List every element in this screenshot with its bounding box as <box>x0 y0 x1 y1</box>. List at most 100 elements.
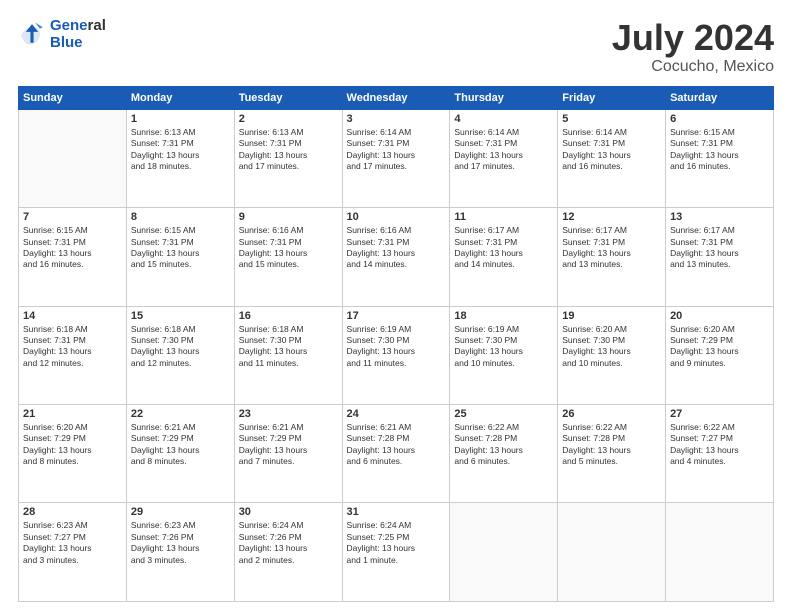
calendar-cell: 7Sunrise: 6:15 AMSunset: 7:31 PMDaylight… <box>19 208 127 306</box>
day-number: 11 <box>454 211 553 223</box>
day-info: Sunrise: 6:21 AMSunset: 7:28 PMDaylight:… <box>347 422 446 468</box>
page-header: GeneralBlue July 2024 Cocucho, Mexico <box>18 18 774 76</box>
day-info: Sunrise: 6:21 AMSunset: 7:29 PMDaylight:… <box>239 422 338 468</box>
day-info: Sunrise: 6:17 AMSunset: 7:31 PMDaylight:… <box>670 225 769 271</box>
day-info: Sunrise: 6:23 AMSunset: 7:27 PMDaylight:… <box>23 520 122 566</box>
calendar-cell: 27 Sunrise: 6:22 AMSunset: 7:27 PMDayligh… <box>666 405 774 503</box>
day-info: Sunrise: 6:14 AMSunset: 7:31 PMDaylight:… <box>454 127 553 173</box>
header-friday: Friday <box>558 86 666 109</box>
calendar-cell: 13Sunrise: 6:17 AMSunset: 7:31 PMDayligh… <box>666 208 774 306</box>
day-number: 30 <box>239 506 338 518</box>
day-number: 15 <box>131 310 230 322</box>
day-info: Sunrise: 6:24 AMSunset: 7:25 PMDaylight:… <box>347 520 446 566</box>
day-number: 4 <box>454 113 553 125</box>
logo: GeneralBlue <box>18 18 106 51</box>
day-info: Sunrise: 6:19 AMSunset: 7:30 PMDaylight:… <box>347 324 446 370</box>
header-sunday: Sunday <box>19 86 127 109</box>
day-number: 8 <box>131 211 230 223</box>
calendar-cell: 17 Sunrise: 6:19 AMSunset: 7:30 PMDayligh… <box>342 306 450 404</box>
calendar-cell <box>19 109 127 207</box>
calendar-cell: 22 Sunrise: 6:21 AMSunset: 7:29 PMDayligh… <box>126 405 234 503</box>
logo-icon <box>18 21 46 49</box>
day-info: Sunrise: 6:14 AMSunset: 7:31 PMDaylight:… <box>347 127 446 173</box>
day-info: Sunrise: 6:17 AMSunset: 7:31 PMDaylight:… <box>454 225 553 271</box>
calendar-cell: 29 Sunrise: 6:23 AMSunset: 7:26 PMDayligh… <box>126 503 234 602</box>
day-number: 20 <box>670 310 769 322</box>
calendar-header-row: Sunday Monday Tuesday Wednesday Thursday… <box>19 86 774 109</box>
day-info: Sunrise: 6:22 AMSunset: 7:28 PMDaylight:… <box>562 422 661 468</box>
day-info: Sunrise: 6:20 AMSunset: 7:29 PMDaylight:… <box>670 324 769 370</box>
day-info: Sunrise: 6:22 AMSunset: 7:27 PMDaylight:… <box>670 422 769 468</box>
day-info: Sunrise: 6:17 AMSunset: 7:31 PMDaylight:… <box>562 225 661 271</box>
day-info: Sunrise: 6:13 AMSunset: 7:31 PMDaylight:… <box>131 127 230 173</box>
header-thursday: Thursday <box>450 86 558 109</box>
day-number: 5 <box>562 113 661 125</box>
calendar-cell: 28 Sunrise: 6:23 AMSunset: 7:27 PMDayligh… <box>19 503 127 602</box>
day-info: Sunrise: 6:18 AMSunset: 7:31 PMDaylight:… <box>23 324 122 370</box>
day-info: Sunrise: 6:19 AMSunset: 7:30 PMDaylight:… <box>454 324 553 370</box>
header-wednesday: Wednesday <box>342 86 450 109</box>
calendar-cell: 15Sunrise: 6:18 AMSunset: 7:30 PMDayligh… <box>126 306 234 404</box>
day-info: Sunrise: 6:20 AMSunset: 7:29 PMDaylight:… <box>23 422 122 468</box>
day-number: 22 <box>131 408 230 420</box>
day-number: 18 <box>454 310 553 322</box>
calendar-cell: 14 Sunrise: 6:18 AMSunset: 7:31 PMDayligh… <box>19 306 127 404</box>
day-info: Sunrise: 6:18 AMSunset: 7:30 PMDaylight:… <box>239 324 338 370</box>
calendar-cell: 3 Sunrise: 6:14 AMSunset: 7:31 PMDaylight… <box>342 109 450 207</box>
calendar-week-4: 21Sunrise: 6:20 AMSunset: 7:29 PMDayligh… <box>19 405 774 503</box>
calendar-cell: 31 Sunrise: 6:24 AMSunset: 7:25 PMDayligh… <box>342 503 450 602</box>
day-number: 28 <box>23 506 122 518</box>
day-number: 7 <box>23 211 122 223</box>
day-number: 19 <box>562 310 661 322</box>
calendar-cell: 10 Sunrise: 6:16 AMSunset: 7:31 PMDayligh… <box>342 208 450 306</box>
calendar-cell: 9 Sunrise: 6:16 AMSunset: 7:31 PMDaylight… <box>234 208 342 306</box>
day-number: 2 <box>239 113 338 125</box>
day-number: 31 <box>347 506 446 518</box>
header-tuesday: Tuesday <box>234 86 342 109</box>
day-info: Sunrise: 6:21 AMSunset: 7:29 PMDaylight:… <box>131 422 230 468</box>
day-number: 29 <box>131 506 230 518</box>
calendar-cell <box>666 503 774 602</box>
calendar-cell: 5 Sunrise: 6:14 AMSunset: 7:31 PMDaylight… <box>558 109 666 207</box>
day-info: Sunrise: 6:15 AMSunset: 7:31 PMDaylight:… <box>670 127 769 173</box>
calendar-cell: 24Sunrise: 6:21 AMSunset: 7:28 PMDayligh… <box>342 405 450 503</box>
day-number: 27 <box>670 408 769 420</box>
calendar-cell: 20 Sunrise: 6:20 AMSunset: 7:29 PMDayligh… <box>666 306 774 404</box>
day-number: 17 <box>347 310 446 322</box>
title-block: July 2024 Cocucho, Mexico <box>612 18 774 76</box>
calendar-table: Sunday Monday Tuesday Wednesday Thursday… <box>18 86 774 602</box>
calendar-cell: 23Sunrise: 6:21 AMSunset: 7:29 PMDayligh… <box>234 405 342 503</box>
day-number: 25 <box>454 408 553 420</box>
logo-text: GeneralBlue <box>50 18 106 51</box>
calendar-week-2: 7Sunrise: 6:15 AMSunset: 7:31 PMDaylight… <box>19 208 774 306</box>
calendar-cell: 1 Sunrise: 6:13 AMSunset: 7:31 PMDaylight… <box>126 109 234 207</box>
day-number: 14 <box>23 310 122 322</box>
calendar-cell: 8Sunrise: 6:15 AMSunset: 7:31 PMDaylight… <box>126 208 234 306</box>
day-info: Sunrise: 6:16 AMSunset: 7:31 PMDaylight:… <box>347 225 446 271</box>
day-info: Sunrise: 6:23 AMSunset: 7:26 PMDaylight:… <box>131 520 230 566</box>
header-saturday: Saturday <box>666 86 774 109</box>
calendar-cell: 11 Sunrise: 6:17 AMSunset: 7:31 PMDayligh… <box>450 208 558 306</box>
day-info: Sunrise: 6:14 AMSunset: 7:31 PMDaylight:… <box>562 127 661 173</box>
calendar-cell: 12Sunrise: 6:17 AMSunset: 7:31 PMDayligh… <box>558 208 666 306</box>
day-number: 1 <box>131 113 230 125</box>
day-number: 9 <box>239 211 338 223</box>
calendar-cell: 30Sunrise: 6:24 AMSunset: 7:26 PMDayligh… <box>234 503 342 602</box>
calendar-week-5: 28 Sunrise: 6:23 AMSunset: 7:27 PMDayligh… <box>19 503 774 602</box>
day-number: 6 <box>670 113 769 125</box>
calendar-cell <box>558 503 666 602</box>
calendar-cell: 18 Sunrise: 6:19 AMSunset: 7:30 PMDayligh… <box>450 306 558 404</box>
calendar-week-1: 1 Sunrise: 6:13 AMSunset: 7:31 PMDaylight… <box>19 109 774 207</box>
subtitle: Cocucho, Mexico <box>612 58 774 76</box>
calendar-cell: 19Sunrise: 6:20 AMSunset: 7:30 PMDayligh… <box>558 306 666 404</box>
calendar-week-3: 14 Sunrise: 6:18 AMSunset: 7:31 PMDayligh… <box>19 306 774 404</box>
day-number: 3 <box>347 113 446 125</box>
calendar-cell: 21Sunrise: 6:20 AMSunset: 7:29 PMDayligh… <box>19 405 127 503</box>
calendar-cell: 2Sunrise: 6:13 AMSunset: 7:31 PMDaylight… <box>234 109 342 207</box>
day-info: Sunrise: 6:16 AMSunset: 7:31 PMDaylight:… <box>239 225 338 271</box>
main-title: July 2024 <box>612 18 774 58</box>
day-number: 16 <box>239 310 338 322</box>
day-info: Sunrise: 6:22 AMSunset: 7:28 PMDaylight:… <box>454 422 553 468</box>
calendar-cell: 4 Sunrise: 6:14 AMSunset: 7:31 PMDaylight… <box>450 109 558 207</box>
day-number: 10 <box>347 211 446 223</box>
